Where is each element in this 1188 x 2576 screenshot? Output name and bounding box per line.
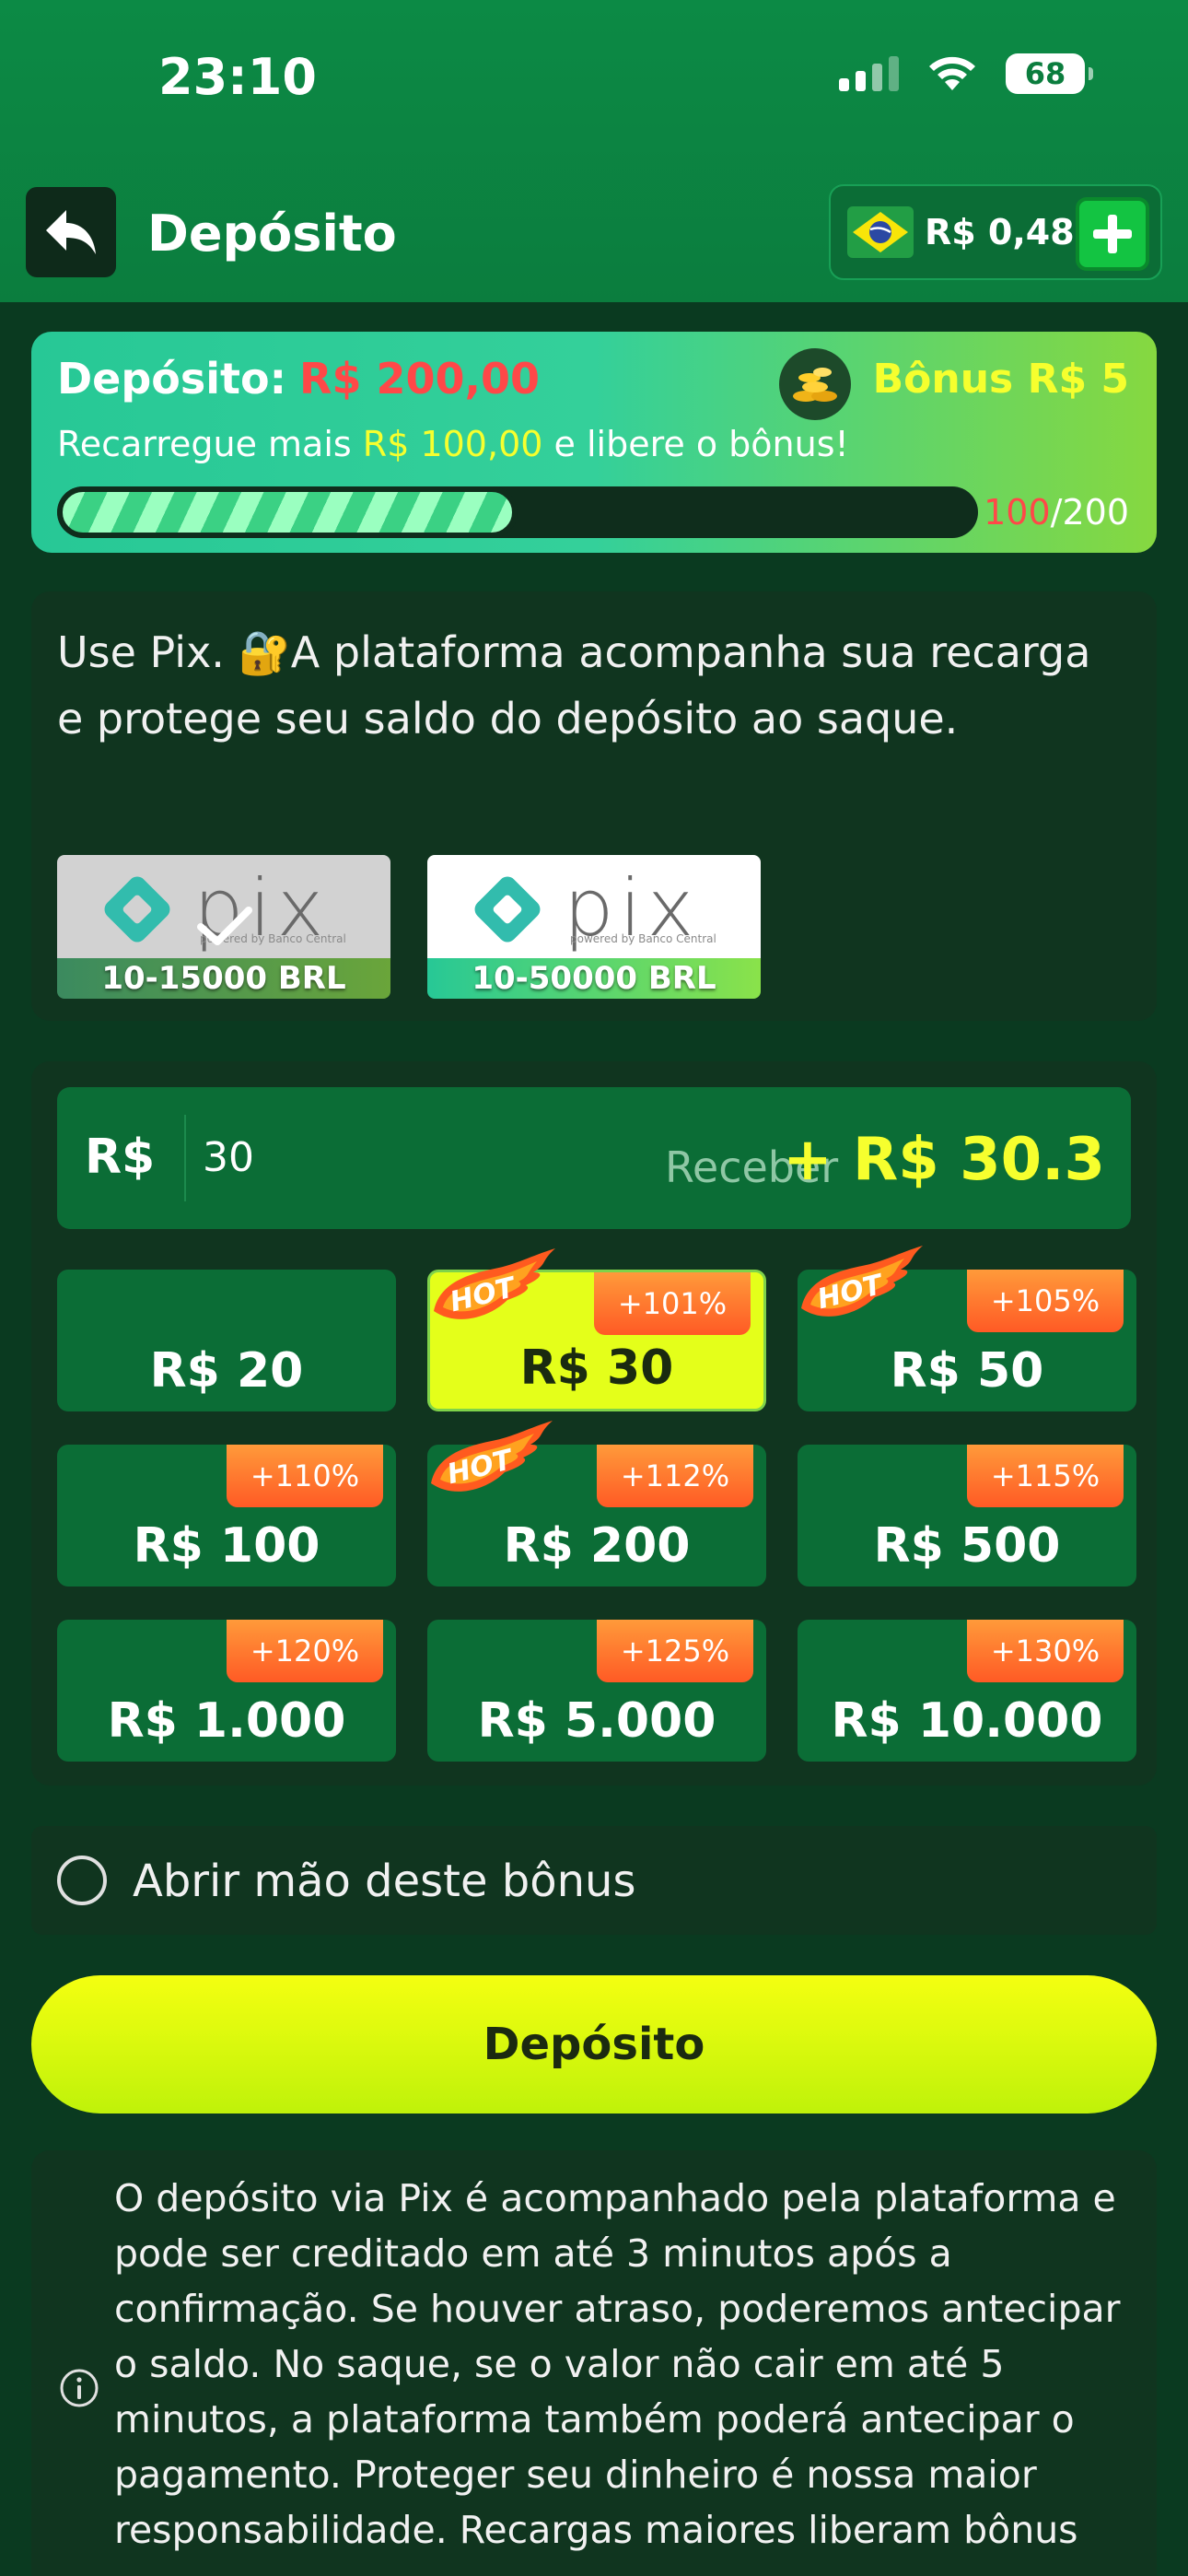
pix-logo-icon bbox=[104, 876, 170, 943]
amount-input[interactable] bbox=[203, 1124, 589, 1190]
amount-option-label: R$ 1.000 bbox=[107, 1693, 346, 1749]
bonus-amount: Bônus R$ 5 bbox=[872, 356, 1129, 403]
bonus-percent-badge: +105% bbox=[967, 1270, 1124, 1332]
pix-range: 10-15000 BRL bbox=[57, 958, 390, 999]
top-header-area: 23:10 68 Depósito R$ 0,48 bbox=[0, 0, 1188, 302]
amount-option-label: R$ 100 bbox=[133, 1518, 320, 1574]
receive-value: + R$ 30.3 bbox=[783, 1126, 1105, 1194]
amount-option-label: R$ 30 bbox=[519, 1341, 674, 1396]
bonus-percent-badge: +125% bbox=[597, 1620, 753, 1682]
hint-amount: R$ 100,00 bbox=[362, 424, 543, 464]
pix-range: 10-50000 BRL bbox=[427, 958, 761, 999]
forfeit-bonus-label: Abrir mão deste bônus bbox=[133, 1856, 636, 1907]
check-icon bbox=[197, 907, 252, 945]
info-icon bbox=[60, 2369, 99, 2407]
hot-flame-icon: HOT bbox=[434, 1248, 555, 1319]
amount-option-label: R$ 20 bbox=[149, 1343, 304, 1399]
amount-option-label: R$ 10.000 bbox=[831, 1693, 1103, 1749]
battery-icon: 68 bbox=[1006, 53, 1093, 94]
progress-text: 100/200 bbox=[984, 492, 1129, 533]
status-bar: 23:10 68 bbox=[0, 0, 1188, 161]
bonus-percent-badge: +115% bbox=[967, 1445, 1124, 1507]
hot-flame-icon: HOT bbox=[801, 1246, 923, 1317]
balance-pill: R$ 0,48 bbox=[829, 184, 1162, 280]
pix-option-2[interactable]: pix powered by Banco Central 10-50000 BR… bbox=[427, 855, 761, 999]
wifi-icon bbox=[929, 56, 975, 90]
deposit-value: R$ 200,00 bbox=[299, 354, 540, 404]
input-divider bbox=[184, 1115, 186, 1201]
amount-input-row: R$ Receber + R$ 30.3 bbox=[57, 1087, 1131, 1229]
pix-option-1[interactable]: pix powered by Banco Central 10-15000 BR… bbox=[57, 855, 390, 999]
hint-suffix: e libere o bônus! bbox=[553, 424, 849, 464]
page-title: Depósito bbox=[147, 205, 397, 263]
progress-total: /200 bbox=[1050, 492, 1129, 533]
pix-logo: pix powered by Banco Central bbox=[57, 855, 390, 958]
amount-option[interactable]: +130% R$ 10.000 bbox=[798, 1620, 1136, 1762]
hint-prefix: Recarregue mais bbox=[57, 424, 352, 464]
currency-label: R$ bbox=[85, 1130, 156, 1185]
amount-option[interactable]: +105% HOT R$ 50 bbox=[798, 1246, 1136, 1411]
deposit-label: Depósito: bbox=[57, 354, 287, 404]
forfeit-bonus-radio[interactable] bbox=[57, 1856, 107, 1905]
deposit-button[interactable]: Depósito bbox=[31, 1975, 1157, 2113]
payment-method-panel: Use Pix. 🔐A plataforma acompanha sua rec… bbox=[31, 591, 1157, 1021]
amount-option-label: R$ 200 bbox=[503, 1518, 691, 1574]
forfeit-bonus-row[interactable]: Abrir mão deste bônus bbox=[31, 1826, 1157, 1935]
progress-current: 100 bbox=[984, 492, 1051, 533]
amount-option[interactable]: +110% R$ 100 bbox=[57, 1445, 396, 1587]
bonus-progress-bar bbox=[57, 486, 978, 538]
bonus-percent-badge: +101% bbox=[594, 1272, 751, 1335]
back-arrow-icon bbox=[46, 210, 96, 254]
pix-logo-subtitle: powered by Banco Central bbox=[570, 932, 716, 945]
deposit-summary: Depósito: R$ 200,00 bbox=[57, 354, 540, 404]
bonus-progress-card: Depósito: R$ 200,00 Bônus R$ 5 Recarregue… bbox=[31, 332, 1157, 553]
bonus-percent-badge: +130% bbox=[967, 1620, 1124, 1682]
pix-logo: pix powered by Banco Central bbox=[427, 855, 761, 958]
bonus-percent-badge: +110% bbox=[227, 1445, 383, 1507]
amount-option[interactable]: R$ 20 bbox=[57, 1270, 396, 1411]
amount-option[interactable]: +120% R$ 1.000 bbox=[57, 1620, 396, 1762]
bonus-percent-badge: +112% bbox=[597, 1445, 753, 1507]
pix-logo-icon bbox=[474, 876, 541, 943]
cellular-signal-icon bbox=[839, 56, 899, 91]
brazil-flag-icon bbox=[847, 206, 914, 258]
add-balance-button[interactable] bbox=[1076, 197, 1149, 271]
amount-option[interactable]: +125% R$ 5.000 bbox=[427, 1620, 766, 1762]
amount-option[interactable]: +101% HOT R$ 30 bbox=[427, 1248, 766, 1411]
status-icons: 68 bbox=[839, 53, 1093, 94]
status-time: 23:10 bbox=[158, 48, 317, 106]
back-button[interactable] bbox=[26, 187, 116, 277]
amount-panel: R$ Receber + R$ 30.3 R$ 20+101%HOTR$ 30+… bbox=[31, 1061, 1157, 1786]
info-text: O depósito via Pix é acompanhado pela pl… bbox=[114, 2176, 1121, 2552]
balance-amount: R$ 0,48 bbox=[925, 212, 1075, 252]
hot-flame-icon: HOT bbox=[431, 1421, 553, 1492]
amount-option[interactable]: +112% HOT R$ 200 bbox=[427, 1421, 766, 1587]
bonus-percent-badge: +120% bbox=[227, 1620, 383, 1682]
amount-option-label: R$ 5.000 bbox=[477, 1693, 716, 1749]
pix-description: Use Pix. 🔐A plataforma acompanha sua rec… bbox=[57, 627, 1091, 744]
amount-option[interactable]: +115% R$ 500 bbox=[798, 1445, 1136, 1587]
bonus-hint: Recarregue mais R$ 100,00 e libere o bôn… bbox=[57, 424, 849, 464]
gold-coins-icon bbox=[779, 348, 851, 420]
plus-icon bbox=[1093, 215, 1132, 253]
amount-option-label: R$ 50 bbox=[890, 1343, 1044, 1399]
header-bar: Depósito R$ 0,48 bbox=[0, 166, 1188, 302]
info-panel: O depósito via Pix é acompanhado pela pl… bbox=[31, 2150, 1157, 2576]
bonus-progress-fill bbox=[57, 486, 518, 538]
amount-option-label: R$ 500 bbox=[873, 1518, 1061, 1574]
